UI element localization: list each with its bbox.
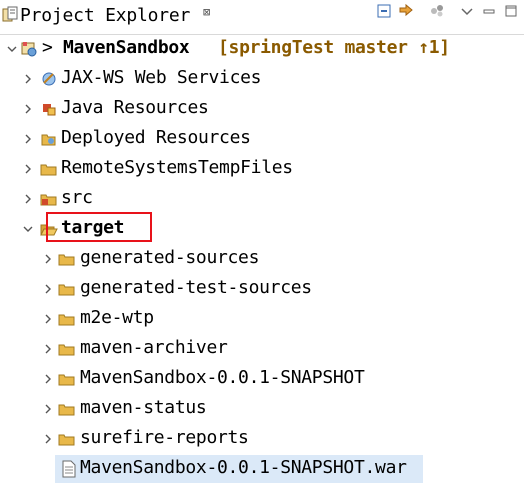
tree-item-label: generated-sources bbox=[80, 247, 260, 268]
maximize-icon[interactable] bbox=[502, 2, 520, 20]
folder-icon bbox=[58, 434, 75, 446]
folder-icon bbox=[58, 404, 75, 416]
chevron-down-icon[interactable] bbox=[22, 221, 34, 237]
chevron-right-icon[interactable] bbox=[42, 281, 54, 297]
folder-icon bbox=[58, 374, 75, 386]
chevron-right-icon[interactable] bbox=[42, 251, 54, 267]
tree-row-src[interactable]: src bbox=[0, 184, 524, 214]
project-name: MavenSandbox bbox=[63, 37, 190, 58]
project-explorer-tab[interactable]: Project Explorer ⊠ bbox=[0, 0, 226, 34]
tree-row-maven-status[interactable]: maven-status bbox=[0, 394, 524, 424]
tree-item-label: Deployed Resources bbox=[61, 127, 251, 148]
chevron-down-icon[interactable] bbox=[6, 41, 18, 57]
tree-row-generated-sources[interactable]: generated-sources bbox=[0, 244, 524, 274]
focus-icon[interactable] bbox=[428, 2, 446, 20]
folder-icon bbox=[58, 344, 75, 356]
tree-row-java-resources[interactable]: Java Resources bbox=[0, 94, 524, 124]
tree-row-snapshot-folder[interactable]: MavenSandbox-0.0.1-SNAPSHOT bbox=[0, 364, 524, 394]
tree-item-label: generated-test-sources bbox=[80, 277, 312, 298]
chevron-right-icon[interactable] bbox=[22, 101, 34, 117]
chevron-right-icon[interactable] bbox=[22, 71, 34, 87]
collapse-all-icon[interactable] bbox=[375, 2, 393, 20]
tree-row-m2e-wtp[interactable]: m2e-wtp bbox=[0, 304, 524, 334]
chevron-right-icon[interactable] bbox=[42, 341, 54, 357]
tree-item-label: src bbox=[61, 187, 93, 208]
folder-icon bbox=[58, 284, 75, 296]
view-menu-chevron-icon[interactable] bbox=[458, 2, 476, 20]
project-explorer-icon bbox=[2, 6, 18, 22]
folder-icon bbox=[40, 164, 57, 176]
folder-icon bbox=[58, 254, 75, 266]
web-project-icon bbox=[21, 42, 37, 57]
chevron-right-icon[interactable] bbox=[42, 431, 54, 447]
tree-row-deployed-resources[interactable]: Deployed Resources bbox=[0, 124, 524, 154]
tree-item-label: m2e-wtp bbox=[80, 307, 154, 328]
git-branch-decoration: [springTest master ↑1] bbox=[218, 37, 450, 58]
tree-item-label: RemoteSystemsTempFiles bbox=[61, 157, 293, 178]
tree-row-jax-ws[interactable]: JAX-WS Web Services bbox=[0, 64, 524, 94]
web-services-icon bbox=[42, 72, 56, 86]
chevron-right-icon[interactable] bbox=[22, 191, 34, 207]
link-with-editor-icon[interactable] bbox=[397, 2, 415, 20]
view-tab-bar: Project Explorer ⊠ bbox=[0, 0, 524, 35]
folder-icon bbox=[58, 314, 75, 326]
tree-item-label: surefire-reports bbox=[80, 427, 249, 448]
chevron-right-icon[interactable] bbox=[42, 311, 54, 327]
tree-row-generated-test-sources[interactable]: generated-test-sources bbox=[0, 274, 524, 304]
chevron-right-icon[interactable] bbox=[42, 401, 54, 417]
tree-item-label: MavenSandbox-0.0.1-SNAPSHOT.war bbox=[80, 457, 407, 478]
chevron-right-icon[interactable] bbox=[22, 161, 34, 177]
source-folder-icon bbox=[40, 194, 57, 206]
tree-item-label: Java Resources bbox=[61, 97, 209, 118]
minimize-icon[interactable] bbox=[480, 2, 498, 20]
annotation-highlight-box bbox=[46, 212, 152, 242]
git-prefix: > bbox=[42, 37, 53, 58]
tree-item-label: maven-archiver bbox=[80, 337, 228, 358]
chevron-right-icon[interactable] bbox=[42, 371, 54, 387]
tree-row-maven-archiver[interactable]: maven-archiver bbox=[0, 334, 524, 364]
tree-item-label: JAX-WS Web Services bbox=[61, 67, 262, 88]
tree-item-label: MavenSandbox-0.0.1-SNAPSHOT bbox=[80, 367, 365, 388]
close-icon[interactable]: ⊠ bbox=[203, 5, 210, 19]
tree-row-surefire-reports[interactable]: surefire-reports bbox=[0, 424, 524, 454]
deployed-resources-icon bbox=[41, 134, 56, 146]
file-icon bbox=[62, 460, 76, 478]
view-title: Project Explorer bbox=[20, 5, 191, 26]
tree-row-project[interactable]: > MavenSandbox [springTest master ↑1] bbox=[0, 34, 524, 64]
chevron-right-icon[interactable] bbox=[22, 131, 34, 147]
tree-row-remote-systems[interactable]: RemoteSystemsTempFiles bbox=[0, 154, 524, 184]
tree-item-label: maven-status bbox=[80, 397, 207, 418]
tree-row-war-file[interactable]: MavenSandbox-0.0.1-SNAPSHOT.war bbox=[0, 454, 524, 484]
java-resources-icon bbox=[43, 104, 56, 116]
